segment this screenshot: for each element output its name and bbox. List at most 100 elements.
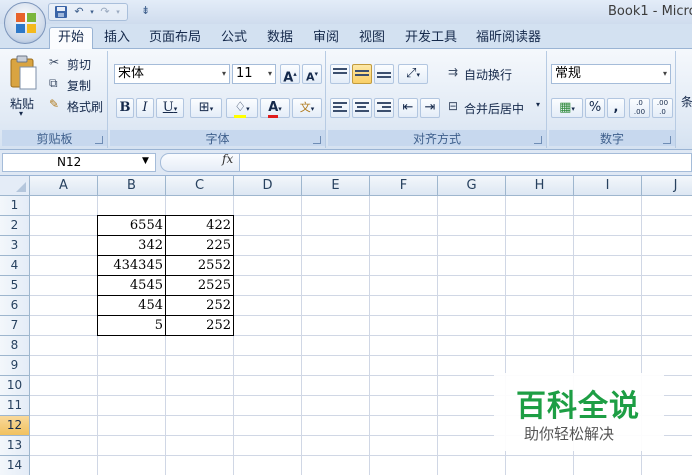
row-header-10[interactable]: 10: [0, 376, 30, 396]
cell-b5[interactable]: 4545: [98, 276, 166, 296]
italic-button[interactable]: I: [136, 98, 154, 118]
middle-align-button[interactable]: [352, 64, 372, 84]
tab-developer[interactable]: 开发工具: [405, 28, 457, 49]
row-header-6[interactable]: 6: [0, 296, 30, 316]
align-left-button[interactable]: [330, 98, 350, 118]
row-header-14[interactable]: 14: [0, 456, 30, 475]
bottom-align-button[interactable]: [374, 64, 394, 84]
copy-button[interactable]: ⧉ 复制: [49, 76, 105, 94]
save-icon[interactable]: [53, 5, 69, 19]
decrease-indent-button[interactable]: ⇤: [398, 98, 418, 118]
font-group-label: 字体: [110, 130, 325, 146]
alignment-launcher-icon[interactable]: [534, 136, 542, 144]
column-header-a[interactable]: A: [30, 176, 98, 196]
cell-c2[interactable]: 422: [166, 216, 234, 236]
chevron-down-icon[interactable]: ▼: [142, 156, 149, 166]
bold-button[interactable]: B: [116, 98, 134, 118]
borders-button[interactable]: ⊞▾: [190, 98, 222, 118]
insert-function-button[interactable]: fx: [222, 152, 233, 166]
increase-decimal-button[interactable]: .0 .00: [629, 98, 650, 118]
office-button[interactable]: [4, 2, 46, 44]
undo-icon[interactable]: ↶: [71, 5, 87, 19]
grow-font-button[interactable]: A▴: [280, 64, 300, 85]
conditional-format-label[interactable]: 条: [681, 93, 692, 110]
merge-center-label: 合并后居中: [464, 102, 525, 116]
column-header-d[interactable]: D: [234, 176, 302, 196]
cell-b2[interactable]: 6554: [98, 216, 166, 236]
format-painter-label: 格式刷: [67, 100, 104, 114]
clipboard-launcher-icon[interactable]: [95, 136, 103, 144]
cut-button[interactable]: ✂ 剪切: [49, 55, 105, 73]
row-header-8[interactable]: 8: [0, 336, 30, 356]
wrap-text-button[interactable]: ⇉ 自动换行: [448, 64, 544, 84]
tab-formulas[interactable]: 公式: [221, 28, 247, 49]
tab-page-layout[interactable]: 页面布局: [149, 28, 201, 49]
cell-c5[interactable]: 2525: [166, 276, 234, 296]
currency-button[interactable]: ▦▾: [551, 98, 583, 118]
cell-b4[interactable]: 434345: [98, 256, 166, 276]
number-format-select[interactable]: 常规 ▾: [551, 64, 671, 84]
row-header-3[interactable]: 3: [0, 236, 30, 256]
tab-home[interactable]: 开始: [49, 27, 94, 50]
paste-button[interactable]: 粘贴 ▾: [6, 53, 42, 123]
shrink-font-button[interactable]: A▾: [302, 64, 322, 84]
format-painter-button[interactable]: ✎ 格式刷: [49, 97, 107, 115]
name-box[interactable]: N12: [2, 153, 156, 172]
cell-b3[interactable]: 342: [98, 236, 166, 256]
percent-button[interactable]: %: [585, 98, 605, 118]
column-header-g[interactable]: G: [438, 176, 506, 196]
increase-indent-button[interactable]: ⇥: [420, 98, 440, 118]
column-header-b[interactable]: B: [98, 176, 166, 196]
row-header-4[interactable]: 4: [0, 256, 30, 276]
row-header-2[interactable]: 2: [0, 216, 30, 236]
underline-button[interactable]: U▾: [156, 98, 184, 118]
column-header-h[interactable]: H: [506, 176, 574, 196]
borders-icon: ⊞: [198, 100, 210, 115]
phonetic-button[interactable]: 文▾: [292, 98, 322, 118]
row-header-12[interactable]: 12: [0, 416, 30, 436]
select-all-button[interactable]: [0, 176, 30, 196]
tab-review[interactable]: 审阅: [313, 28, 339, 49]
font-group: 宋体 ▾ 11 ▾ A▴ A▾ B I U▾ ⊞▾ ♢▾ A▾ 文▾ 字体: [110, 51, 326, 148]
column-header-e[interactable]: E: [302, 176, 370, 196]
top-align-button[interactable]: [330, 64, 350, 84]
font-size-select[interactable]: 11 ▾: [232, 64, 276, 84]
column-header-j[interactable]: J: [642, 176, 692, 196]
row-header-13[interactable]: 13: [0, 436, 30, 456]
row-header-5[interactable]: 5: [0, 276, 30, 296]
undo-dropdown-icon[interactable]: ▾: [89, 5, 95, 19]
row-header-11[interactable]: 11: [0, 396, 30, 416]
row-header-1[interactable]: 1: [0, 196, 30, 216]
formula-input[interactable]: [240, 153, 692, 172]
tab-foxit-reader[interactable]: 福昕阅读器: [476, 28, 541, 49]
number-launcher-icon[interactable]: [663, 136, 671, 144]
customize-qat-icon[interactable]: ⇟: [141, 4, 150, 17]
cell-c4[interactable]: 2552: [166, 256, 234, 276]
tab-data[interactable]: 数据: [267, 28, 293, 49]
font-color-button[interactable]: A▾: [260, 98, 290, 118]
tab-view[interactable]: 视图: [359, 28, 385, 49]
row-header-7[interactable]: 7: [0, 316, 30, 336]
redo-dropdown-icon[interactable]: ▾: [115, 5, 121, 19]
cell-b7[interactable]: 5: [98, 316, 166, 336]
fill-bucket-icon: ♢: [234, 100, 247, 118]
tab-insert[interactable]: 插入: [104, 28, 130, 49]
column-header-i[interactable]: I: [574, 176, 642, 196]
redo-icon[interactable]: ↷: [97, 5, 113, 19]
cell-c6[interactable]: 252: [166, 296, 234, 316]
font-launcher-icon[interactable]: [313, 136, 321, 144]
cell-c7[interactable]: 252: [166, 316, 234, 336]
column-header-f[interactable]: F: [370, 176, 438, 196]
align-center-button[interactable]: [352, 98, 372, 118]
fill-color-button[interactable]: ♢▾: [226, 98, 258, 118]
cell-b6[interactable]: 454: [98, 296, 166, 316]
decrease-decimal-button[interactable]: .00 .0: [652, 98, 673, 118]
align-right-button[interactable]: [374, 98, 394, 118]
column-header-c[interactable]: C: [166, 176, 234, 196]
font-name-select[interactable]: 宋体 ▾: [114, 64, 230, 84]
row-header-9[interactable]: 9: [0, 356, 30, 376]
cell-c3[interactable]: 225: [166, 236, 234, 256]
comma-button[interactable]: ,: [607, 98, 625, 118]
merge-center-button[interactable]: ⊟ 合并后居中 ▾: [448, 98, 544, 118]
orientation-button[interactable]: ⤢▾: [398, 64, 428, 84]
